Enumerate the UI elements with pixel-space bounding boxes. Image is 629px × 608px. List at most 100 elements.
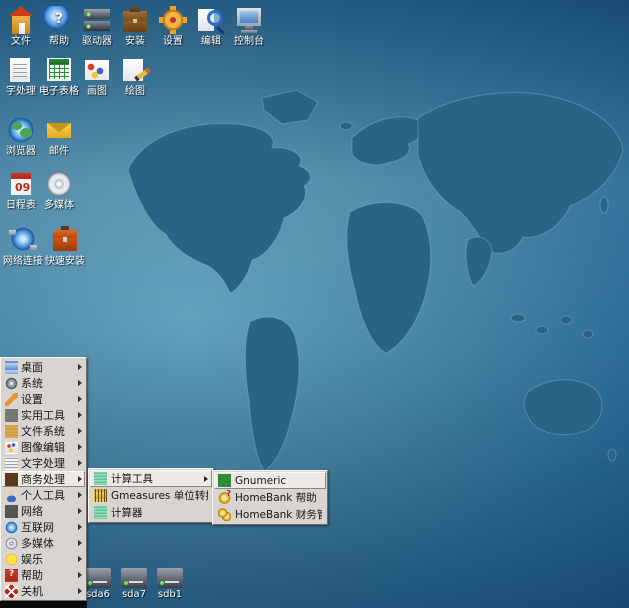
menu-item-label: 桌面: [21, 359, 43, 375]
menu-item-setup[interactable]: 设置: [2, 391, 85, 407]
desktop-icon-network-connect[interactable]: 网络连接: [2, 226, 44, 267]
desktop-icon-label: 绘图: [125, 86, 145, 97]
desktop-icon-label: 快速安装: [45, 256, 85, 267]
desktop-icon-label: 设置: [163, 36, 183, 47]
submenu-arrow-icon: [78, 364, 82, 370]
desktop-icon-paint[interactable]: 画图: [78, 56, 116, 97]
desktop-icon-label: 画图: [87, 86, 107, 97]
taskbar[interactable]: [0, 600, 87, 608]
submenu-item-calculator[interactable]: 计算器: [90, 504, 212, 521]
menu-item-filesystem[interactable]: 文件系统: [2, 423, 85, 439]
desktop-icon-files[interactable]: 文件: [2, 6, 40, 47]
submenu-item-calc-tools[interactable]: 计算工具: [90, 470, 212, 487]
fun-category-icon: [5, 553, 18, 566]
gnumeric-icon: [218, 474, 231, 487]
submenu-arrow-icon: [78, 572, 82, 578]
icon-row-4: 日程表 多媒体: [2, 170, 78, 211]
icon-row-1: 文件 帮助 驱动器 安装 设置 编辑 控制台: [2, 6, 268, 47]
homebank-help-icon: [218, 491, 231, 504]
menu-item-fun[interactable]: 娱乐: [2, 551, 85, 567]
desktop-icon-help[interactable]: 帮助: [40, 6, 78, 47]
desktop-icon-label: 控制台: [234, 36, 264, 47]
desktop-icon-spreadsheet[interactable]: 电子表格: [40, 56, 78, 97]
submenu-item-gmeasures[interactable]: Gmeasures 单位转换器: [90, 487, 212, 504]
submenu-item-homebank[interactable]: HomeBank 财务管理: [214, 506, 326, 523]
desktop-icon-browser[interactable]: 浏览器: [2, 116, 40, 157]
desktop-icon-label: 帮助: [49, 36, 69, 47]
submenu-business: 计算工具 Gmeasures 单位转换器 计算器: [88, 468, 214, 523]
document-icon: [6, 56, 36, 84]
desktop-icon-media[interactable]: 多媒体: [40, 170, 78, 211]
menu-item-personal[interactable]: 个人工具: [2, 487, 85, 503]
drive-icons-row: sda6 sda7 sdb1: [80, 568, 188, 600]
shutdown-category-icon: [5, 585, 18, 598]
documents-category-icon: [5, 457, 18, 470]
menu-item-label: 文字处理: [21, 455, 65, 471]
menu-item-shutdown[interactable]: 关机: [2, 583, 85, 599]
calendar-icon: [6, 170, 36, 198]
submenu-item-label: HomeBank 帮助: [235, 490, 317, 505]
internet-category-icon: [5, 521, 18, 534]
desktop-icon-calendar[interactable]: 日程表: [2, 170, 40, 211]
system-category-icon: [5, 377, 18, 390]
menu-item-desktop[interactable]: 桌面: [2, 359, 85, 375]
ruler-icon: [94, 489, 107, 502]
network-category-icon: [5, 505, 18, 518]
help-icon: [44, 6, 74, 34]
submenu-arrow-icon: [78, 428, 82, 434]
submenu-arrow-icon: [78, 556, 82, 562]
menu-item-label: 图像编辑: [21, 439, 65, 455]
submenu-item-homebank-help[interactable]: HomeBank 帮助: [214, 489, 326, 506]
submenu-arrow-icon: [78, 540, 82, 546]
drive-label: sda6: [86, 589, 110, 600]
menu-item-label: 文件系统: [21, 423, 65, 439]
filesystem-category-icon: [5, 425, 18, 438]
desktop-icon-label: 日程表: [6, 200, 36, 211]
menu-item-help[interactable]: 帮助: [2, 567, 85, 583]
menu-item-system[interactable]: 系统: [2, 375, 85, 391]
submenu-item-gnumeric[interactable]: Gnumeric: [214, 472, 326, 489]
pencil-icon: [120, 56, 150, 84]
desktop-icon-setup[interactable]: 设置: [154, 6, 192, 47]
submenu-arrow-icon: [78, 412, 82, 418]
submenu-arrow-icon: [78, 588, 82, 594]
menu-item-label: 互联网: [21, 519, 54, 535]
menu-item-label: 商务处理: [21, 471, 65, 487]
toolbox-icon: [50, 226, 80, 254]
setup-category-icon: [5, 393, 18, 406]
submenu-arrow-icon: [204, 476, 208, 482]
desktop-icon-label: 网络连接: [3, 256, 43, 267]
desktop-icon-mail[interactable]: 邮件: [40, 116, 78, 157]
menu-item-label: 个人工具: [21, 487, 65, 503]
spreadsheet-icon: [44, 56, 74, 84]
paint-icon: [82, 56, 112, 84]
disk-drive-icon: [85, 568, 111, 588]
submenu-item-label: 计算工具: [111, 471, 153, 486]
desktop-icon-edit[interactable]: 编辑: [192, 6, 230, 47]
desktop-icon-draw[interactable]: 绘图: [116, 56, 154, 97]
drive-icon-sda7[interactable]: sda7: [116, 568, 152, 600]
monitor-icon: [234, 6, 264, 34]
submenu-arrow-icon: [78, 380, 82, 386]
drive-icon-sdb1[interactable]: sdb1: [152, 568, 188, 600]
icon-row-3: 浏览器 邮件: [2, 116, 78, 157]
menu-item-multimedia[interactable]: 多媒体: [2, 535, 85, 551]
menu-item-network[interactable]: 网络: [2, 503, 85, 519]
menu-item-internet[interactable]: 互联网: [2, 519, 85, 535]
homebank-icon: [218, 508, 231, 521]
menu-item-graphics[interactable]: 图像编辑: [2, 439, 85, 455]
menu-item-utilities[interactable]: 实用工具: [2, 407, 85, 423]
menu-item-business[interactable]: 商务处理: [2, 471, 85, 487]
desktop-icon-label: 多媒体: [44, 200, 74, 211]
desktop-icon-quick-install[interactable]: 快速安装: [44, 226, 86, 267]
desktop-icon-label: 编辑: [201, 36, 221, 47]
home-icon: [6, 6, 36, 34]
menu-item-documents[interactable]: 文字处理: [2, 455, 85, 471]
desktop-icon-drives[interactable]: 驱动器: [78, 6, 116, 47]
desktop-icon-wordprocessor[interactable]: 字处理: [2, 56, 40, 97]
desktop-icon-install[interactable]: 安装: [116, 6, 154, 47]
disk-drive-icon: [157, 568, 183, 588]
envelope-icon: [44, 116, 74, 144]
desktop-icon-console[interactable]: 控制台: [230, 6, 268, 47]
submenu-arrow-icon: [78, 508, 82, 514]
